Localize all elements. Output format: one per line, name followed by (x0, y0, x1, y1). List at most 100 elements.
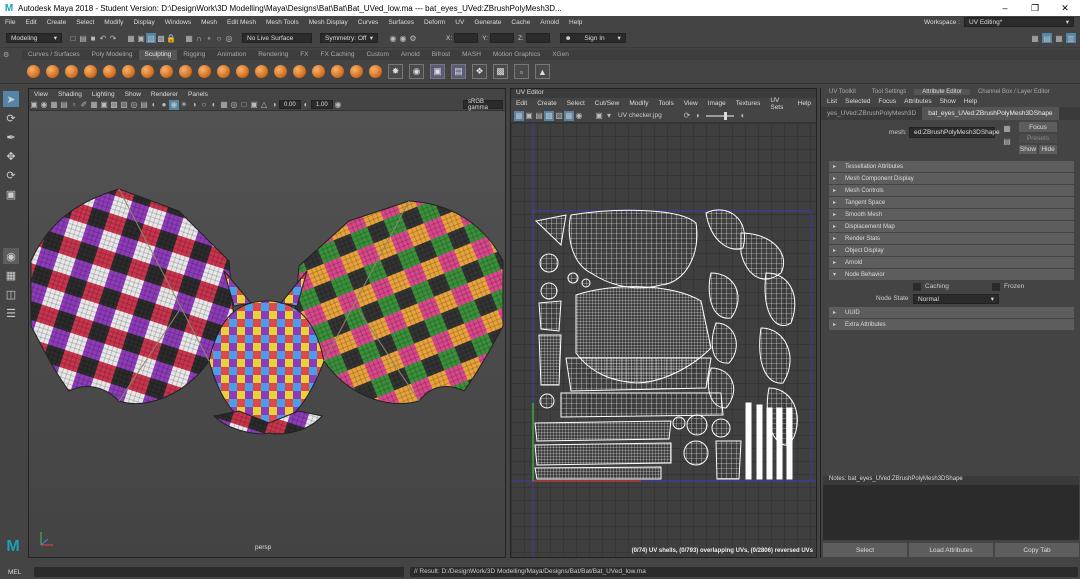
menu-deform[interactable]: Deform (419, 19, 450, 26)
snap-view-plane-icon[interactable]: ○ (214, 33, 224, 43)
uv-menu-select[interactable]: Select (562, 100, 590, 107)
shelf-gear-icon[interactable]: ⚙ (3, 51, 17, 59)
minimize-button[interactable]: – (990, 3, 1020, 13)
section-extra-attributes[interactable]: ▸ Extra Attributes (829, 319, 1074, 330)
uv-shaded-icon[interactable]: ▨ (554, 111, 564, 121)
section-render-stats[interactable]: ▸ Render Stats (829, 233, 1074, 244)
tab-fx-caching[interactable]: FX Caching (315, 50, 361, 60)
command-language-label[interactable]: MEL (0, 569, 34, 576)
tab-rendering[interactable]: Rendering (252, 50, 294, 60)
viewport-menu-renderer[interactable]: Renderer (146, 91, 183, 98)
tab-transform-node[interactable]: yes_UVed:ZBrushPolyMesh3D (821, 110, 922, 117)
shadows-icon[interactable]: ◑ (189, 100, 199, 110)
sculpt-layer-icon[interactable]: ✸ (388, 64, 403, 79)
uv-menu-view[interactable]: View (679, 100, 703, 107)
tab-fx[interactable]: FX (294, 50, 314, 60)
select-tool-icon[interactable]: ➤ (3, 91, 19, 107)
unmask-tool-icon[interactable]: ▤ (451, 64, 466, 79)
new-scene-icon[interactable]: □ (68, 33, 78, 43)
section-mesh-component-display[interactable]: ▸ Mesh Component Display (829, 173, 1074, 184)
menu-edit[interactable]: Edit (20, 19, 41, 26)
relax-tool-icon[interactable] (65, 65, 78, 78)
lock-selection-icon[interactable]: 🔒 (166, 33, 176, 43)
uv-refresh-icon[interactable]: ⟳ (682, 111, 692, 121)
redo-icon[interactable]: ↷ (108, 33, 118, 43)
ipr-render-icon[interactable]: ◉ (398, 33, 408, 43)
snap-curve-icon[interactable]: ∩ (194, 33, 204, 43)
save-scene-icon[interactable]: ■ (88, 33, 98, 43)
attr-menu-selected[interactable]: Selected (841, 98, 874, 105)
viewport-menu-panels[interactable]: Panels (183, 91, 213, 98)
section-smooth-mesh[interactable]: ▸ Smooth Mesh (829, 209, 1074, 220)
menu-file[interactable]: File (0, 19, 20, 26)
section-tessellation-attributes[interactable]: ▸ Tessellation Attributes (829, 161, 1074, 172)
smooth-tool-icon[interactable] (46, 65, 59, 78)
y-input[interactable] (489, 33, 514, 43)
rotate-tool-icon[interactable]: ⟳ (3, 167, 19, 183)
perspective-viewport[interactable]: View Shading Lighting Show Renderer Pane… (28, 88, 506, 558)
tab-motion-graphics[interactable]: Motion Graphics (487, 50, 546, 60)
tab-curves-surfaces[interactable]: Curves / Surfaces (22, 50, 86, 60)
menu-uv[interactable]: UV (450, 19, 469, 26)
knife-tool-icon[interactable] (274, 65, 287, 78)
menu-mesh-tools[interactable]: Mesh Tools (261, 19, 304, 26)
tab-custom[interactable]: Custom (360, 50, 394, 60)
grab-tool-icon[interactable] (84, 65, 97, 78)
field-chart-icon[interactable]: ◎ (129, 100, 139, 110)
view-transform-icon[interactable]: ◉ (333, 100, 343, 110)
lasso-tool-icon[interactable]: ⟳ (3, 110, 19, 126)
exposure-input[interactable]: 0.00 (279, 100, 301, 109)
uv-menu-help[interactable]: Help (793, 100, 816, 107)
render-icon[interactable]: ◉ (388, 33, 398, 43)
section-tangent-space[interactable]: ▸ Tangent Space (829, 197, 1074, 208)
go-to-output-icon[interactable]: ▤ (1002, 136, 1012, 146)
pick-mask-icon[interactable]: ▩ (156, 33, 166, 43)
flatten-tool-icon[interactable] (122, 65, 135, 78)
tab-tool-settings[interactable]: Tool Settings (864, 89, 914, 95)
attr-menu-show[interactable]: Show (936, 98, 960, 105)
safe-action-icon[interactable]: ▤ (139, 100, 149, 110)
xray-icon[interactable]: ▣ (249, 100, 259, 110)
tab-shape-node[interactable]: bat_eyes_UVed:ZBrushPolyMesh3DShape (922, 107, 1059, 120)
select-by-hierarchy-icon[interactable]: ▦ (126, 33, 136, 43)
uv-display-image-icon[interactable]: ▩ (544, 110, 554, 121)
maximize-button[interactable]: ❐ (1020, 3, 1050, 14)
blend-shape-icon[interactable]: ◉ (409, 64, 424, 79)
menu-modify[interactable]: Modify (99, 19, 128, 26)
attribute-editor-toggle-icon[interactable]: ▤ (1042, 33, 1052, 43)
sculpt-eraser-icon[interactable]: ▲ (535, 64, 550, 79)
tab-uv-toolkit[interactable]: UV Toolkit (821, 89, 864, 95)
menu-create[interactable]: Create (42, 19, 72, 26)
viewport-menu-show[interactable]: Show (120, 91, 146, 98)
uv-texture-icon[interactable]: ▣ (594, 111, 604, 121)
pinch-tool-icon[interactable] (103, 65, 116, 78)
menuset-dropdown[interactable]: Modeling ▾ (6, 33, 62, 43)
menu-mesh-display[interactable]: Mesh Display (304, 19, 353, 26)
uv-image-name[interactable]: UV checker.jpg (618, 112, 678, 119)
uv-checker-icon[interactable]: ▦ (564, 110, 574, 121)
spray-tool-icon[interactable] (160, 65, 173, 78)
scale-tool-icon[interactable]: ▣ (3, 186, 19, 202)
channel-box-toggle-icon[interactable]: ▥ (1066, 33, 1076, 43)
motion-blur-icon[interactable]: ◐ (209, 100, 219, 110)
use-all-lights-icon[interactable]: ☀ (179, 100, 189, 110)
scrape-tool-icon[interactable] (236, 65, 249, 78)
open-scene-icon[interactable]: ▤ (78, 33, 88, 43)
attr-menu-attributes[interactable]: Attributes (900, 98, 935, 105)
mesh-name-field[interactable]: ed:ZBrushPolyMesh3DShape (909, 127, 1000, 138)
xray-joints-icon[interactable]: △ (259, 100, 269, 110)
uv-canvas[interactable]: (0/74) UV shells, (0/793) overlapping UV… (511, 123, 816, 557)
z-input[interactable] (525, 33, 550, 43)
attr-menu-focus[interactable]: Focus (874, 98, 900, 105)
x-input[interactable] (454, 33, 479, 43)
select-camera-icon[interactable]: ▣ (29, 100, 39, 110)
uv-menu-edit[interactable]: Edit (511, 100, 532, 107)
tab-arnold[interactable]: Arnold (395, 50, 426, 60)
sign-in-button[interactable]: ☻ Sign In ▾ (559, 33, 626, 43)
uv-menu-create[interactable]: Create (532, 100, 562, 107)
copy-tab-button[interactable]: Copy Tab (995, 543, 1079, 557)
film-gate-icon[interactable]: ▣ (99, 100, 109, 110)
camera-attributes-icon[interactable]: ◉ (39, 100, 49, 110)
menu-help[interactable]: Help (564, 19, 587, 26)
symmetry-dropdown[interactable]: Symmetry: Off ▾ (320, 33, 378, 43)
